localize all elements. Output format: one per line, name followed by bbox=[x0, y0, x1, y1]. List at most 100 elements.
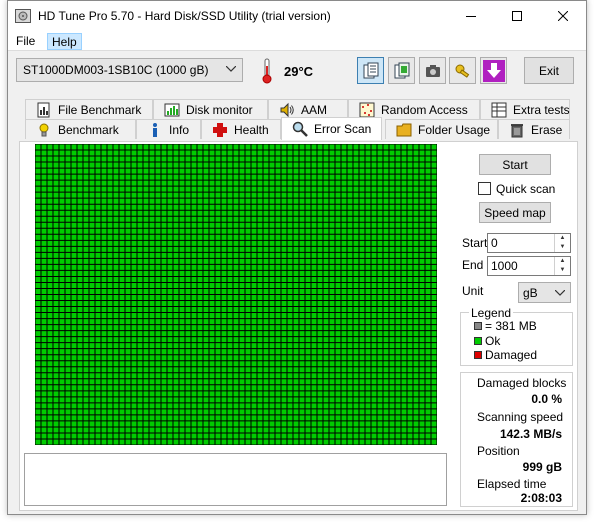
scanning-speed-label: Scanning speed bbox=[477, 410, 564, 424]
tab-benchmark[interactable]: Benchmark bbox=[25, 119, 136, 139]
drive-select[interactable]: ST1000DM003-1SB10C (1000 gB) bbox=[16, 58, 243, 82]
thermometer-icon bbox=[262, 58, 272, 84]
legend-damaged-label: Damaged bbox=[485, 348, 538, 362]
tab-label: Erase bbox=[531, 122, 563, 137]
tab-aam[interactable]: AAM bbox=[268, 99, 348, 119]
end-position-label: End bbox=[462, 258, 484, 272]
spinner-down-icon[interactable]: ▼ bbox=[555, 266, 570, 275]
spinner-up-icon[interactable]: ▲ bbox=[555, 234, 570, 243]
damaged-blocks-value: 0.0 % bbox=[531, 392, 562, 406]
trash-icon bbox=[511, 123, 523, 137]
tab-folder-usage[interactable]: Folder Usage bbox=[385, 119, 498, 139]
position-label: Position bbox=[477, 444, 520, 458]
menu-help-label: Help bbox=[52, 35, 77, 49]
legend-ok-swatch bbox=[474, 337, 482, 345]
tab-info[interactable]: Info bbox=[136, 119, 201, 139]
app-window: HD Tune Pro 5.70 - Hard Disk/SSD Utility… bbox=[7, 0, 587, 515]
download-arrow-icon bbox=[482, 59, 505, 82]
menu-bar: File Help bbox=[8, 31, 586, 51]
speaker-icon bbox=[280, 102, 294, 117]
tab-health[interactable]: Health bbox=[201, 119, 281, 139]
speed-map-button[interactable]: Speed map bbox=[479, 202, 551, 223]
tab-label: Error Scan bbox=[314, 122, 372, 136]
unit-select[interactable]: gB bbox=[518, 282, 571, 303]
elapsed-time-value: 2:08:03 bbox=[520, 491, 562, 505]
exit-button-label: Exit bbox=[538, 63, 559, 78]
tab-disk-monitor[interactable]: Disk monitor bbox=[153, 99, 268, 119]
legend-damaged-swatch bbox=[474, 351, 482, 359]
end-position-value: 1000 bbox=[491, 259, 518, 273]
tab-label: Random Access bbox=[381, 102, 468, 117]
maximize-button[interactable] bbox=[494, 1, 540, 31]
start-position-spinner[interactable]: 0 ▲ ▼ bbox=[487, 233, 571, 253]
tab-extra-tests[interactable]: Extra tests bbox=[480, 99, 570, 119]
download-button[interactable] bbox=[480, 57, 507, 84]
folder-icon bbox=[396, 123, 412, 136]
scan-block-grid bbox=[35, 144, 437, 445]
title-bar: HD Tune Pro 5.70 - Hard Disk/SSD Utility… bbox=[8, 1, 586, 31]
chevron-down-icon bbox=[555, 290, 565, 296]
tab-label: File Benchmark bbox=[58, 102, 142, 117]
unit-select-value: gB bbox=[523, 286, 538, 300]
legend-block-size: = 381 MB bbox=[485, 319, 537, 333]
tab-label: Info bbox=[169, 122, 190, 137]
damaged-blocks-label: Damaged blocks bbox=[477, 376, 567, 390]
file-benchmark-icon bbox=[37, 102, 50, 117]
spinner-arrows[interactable]: ▲ ▼ bbox=[554, 234, 570, 252]
tab-label: Folder Usage bbox=[418, 122, 491, 137]
stats-group: Damaged blocks 0.0 % Scanning speed 142.… bbox=[460, 372, 573, 507]
legend-ok-label: Ok bbox=[485, 334, 501, 348]
menu-file-label: File bbox=[16, 34, 36, 48]
legend-title: Legend bbox=[469, 306, 514, 320]
start-position-value: 0 bbox=[491, 236, 498, 250]
tab-file-benchmark[interactable]: File Benchmark bbox=[25, 99, 153, 119]
magnifier-icon bbox=[292, 121, 308, 137]
minimize-button[interactable] bbox=[448, 1, 494, 31]
app-disk-icon bbox=[15, 9, 31, 23]
start-scan-label: Start bbox=[502, 157, 528, 172]
scanning-speed-value: 142.3 MB/s bbox=[499, 427, 562, 441]
copy-text-button[interactable] bbox=[357, 57, 384, 84]
drive-select-value: ST1000DM003-1SB10C (1000 gB) bbox=[23, 63, 209, 77]
toolbar: ST1000DM003-1SB10C (1000 gB) 29°C Exit bbox=[8, 52, 586, 92]
exit-button[interactable]: Exit bbox=[524, 57, 574, 84]
legend-block-swatch bbox=[474, 322, 482, 330]
tab-label: Extra tests bbox=[513, 102, 570, 117]
end-position-spinner[interactable]: 1000 ▲ ▼ bbox=[487, 256, 571, 276]
spinner-arrows[interactable]: ▲ ▼ bbox=[554, 257, 570, 275]
maximize-icon bbox=[512, 11, 522, 21]
legend-group: Legend = 381 MB Ok Damaged bbox=[460, 306, 573, 366]
save-screenshot-button[interactable] bbox=[419, 57, 446, 84]
error-scan-panel: Start Quick scan Speed map Start 0 ▲ ▼ En… bbox=[19, 141, 578, 511]
extra-tests-icon bbox=[491, 102, 507, 117]
info-icon bbox=[153, 122, 157, 137]
position-value: 999 gB bbox=[522, 460, 562, 474]
scan-log-box bbox=[24, 453, 447, 506]
close-button[interactable] bbox=[540, 1, 586, 31]
speed-map-label: Speed map bbox=[484, 205, 546, 220]
tab-label: AAM bbox=[301, 102, 328, 117]
tab-error-scan[interactable]: Error Scan bbox=[281, 117, 382, 140]
minimize-icon bbox=[466, 16, 476, 17]
spinner-down-icon[interactable]: ▼ bbox=[555, 243, 570, 252]
tab-label: Benchmark bbox=[58, 122, 119, 137]
spinner-up-icon[interactable]: ▲ bbox=[555, 257, 570, 266]
menu-help[interactable]: Help bbox=[47, 33, 82, 50]
menu-file[interactable]: File bbox=[12, 33, 39, 50]
key-icon bbox=[455, 64, 469, 78]
copy-screenshot-icon bbox=[394, 62, 409, 78]
benchmark-icon bbox=[39, 123, 49, 136]
quick-scan-checkbox[interactable] bbox=[478, 182, 491, 195]
start-scan-button[interactable]: Start bbox=[479, 154, 551, 175]
chevron-down-icon bbox=[226, 66, 236, 72]
register-button[interactable] bbox=[449, 57, 476, 84]
tab-erase[interactable]: Erase bbox=[498, 119, 570, 139]
unit-label: Unit bbox=[462, 284, 484, 298]
random-access-icon bbox=[359, 102, 375, 117]
disk-monitor-icon bbox=[164, 103, 180, 116]
elapsed-time-label: Elapsed time bbox=[477, 477, 547, 491]
copy-text-icon bbox=[363, 62, 378, 78]
tab-label: Disk monitor bbox=[186, 102, 253, 117]
tab-random-access[interactable]: Random Access bbox=[348, 99, 480, 119]
copy-screenshot-button[interactable] bbox=[388, 57, 415, 84]
